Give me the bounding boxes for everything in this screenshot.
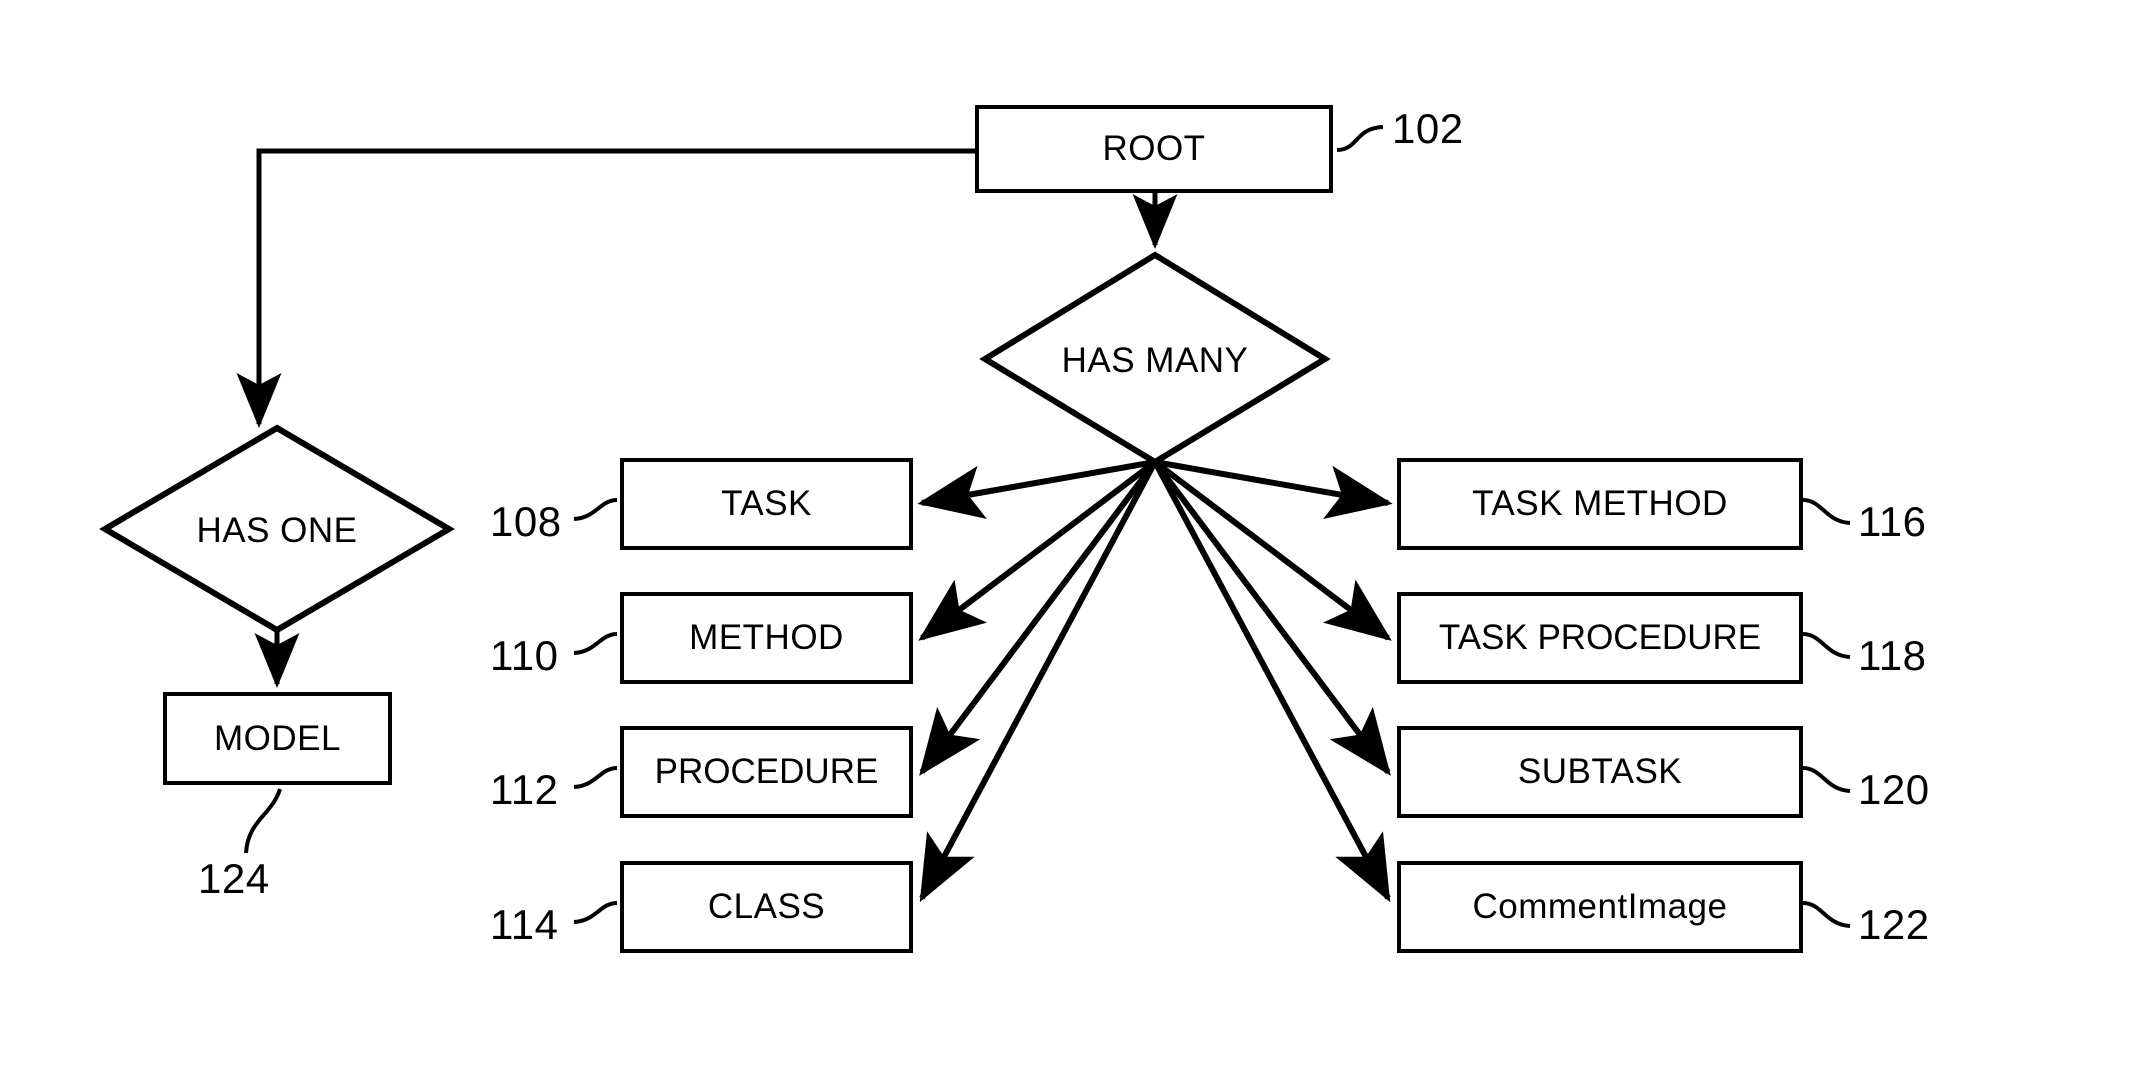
ref-number-114: 114 [490,901,559,948]
connector-has-many-to-task-method [1154,459,1393,519]
connector-has-many-to-procedure [919,460,1158,776]
node-task[interactable]: TASK [620,458,913,550]
leader-line-124 [244,788,282,854]
node-subtask-label: SUBTASK [1517,752,1683,791]
node-subtask[interactable]: SUBTASK [1397,726,1803,818]
ref-number-110: 110 [490,632,559,679]
connector-has-many-to-task [917,459,1156,519]
connector-has-many-to-commentimage [1152,460,1391,903]
ref-number-116: 116 [1858,498,1927,545]
node-class[interactable]: CLASS [620,861,913,953]
leader-line-122 [1802,901,1851,928]
node-root[interactable]: ROOT [975,105,1333,193]
has-one-label: HAS ONE [196,511,358,550]
leader-line-118 [1802,632,1851,659]
node-task-method-label: TASK METHOD [1472,484,1728,523]
node-task-label: TASK [721,484,812,523]
leader-line-116 [1802,498,1851,525]
node-procedure[interactable]: PROCEDURE [620,726,913,818]
has-many-label: HAS MANY [1061,341,1249,380]
node-class-label: CLASS [707,887,826,926]
ref-number-102: 102 [1392,105,1464,152]
node-method[interactable]: METHOD [620,592,913,684]
connector-root-to-has-one [236,148,975,429]
node-commentimage-label: CommentImage [1472,887,1728,926]
node-root-label: ROOT [1102,129,1206,168]
leader-line-110 [573,632,618,655]
node-method-label: METHOD [689,618,844,657]
leader-line-108 [573,498,618,521]
connector-has-many-to-task-procedure [1153,459,1392,641]
ref-number-108: 108 [490,498,562,545]
leader-line-114 [573,901,618,924]
node-task-procedure[interactable]: TASK PROCEDURE [1397,592,1803,684]
ref-number-120: 120 [1858,766,1930,813]
ref-number-122: 122 [1858,901,1930,948]
node-commentimage[interactable]: CommentImage [1397,861,1803,953]
connector-has-many-to-class [919,460,1158,903]
diagram-canvas: ROOT 102 HAS ONE HAS MANY MODEL 124 TASK… [0,0,2133,1087]
leader-line-120 [1802,766,1851,793]
ref-number-118: 118 [1858,632,1927,679]
node-task-procedure-label: TASK PROCEDURE [1438,618,1762,657]
node-task-method[interactable]: TASK METHOD [1397,458,1803,550]
node-model[interactable]: MODEL [163,692,392,785]
leader-line-102 [1336,125,1384,152]
ref-number-124: 124 [198,855,270,902]
node-procedure-label: PROCEDURE [654,752,879,791]
connector-has-many-to-subtask [1152,460,1391,776]
ref-number-112: 112 [490,766,559,813]
node-model-label: MODEL [214,718,341,758]
connector-has-many-to-method [918,459,1157,641]
leader-line-112 [573,766,618,789]
